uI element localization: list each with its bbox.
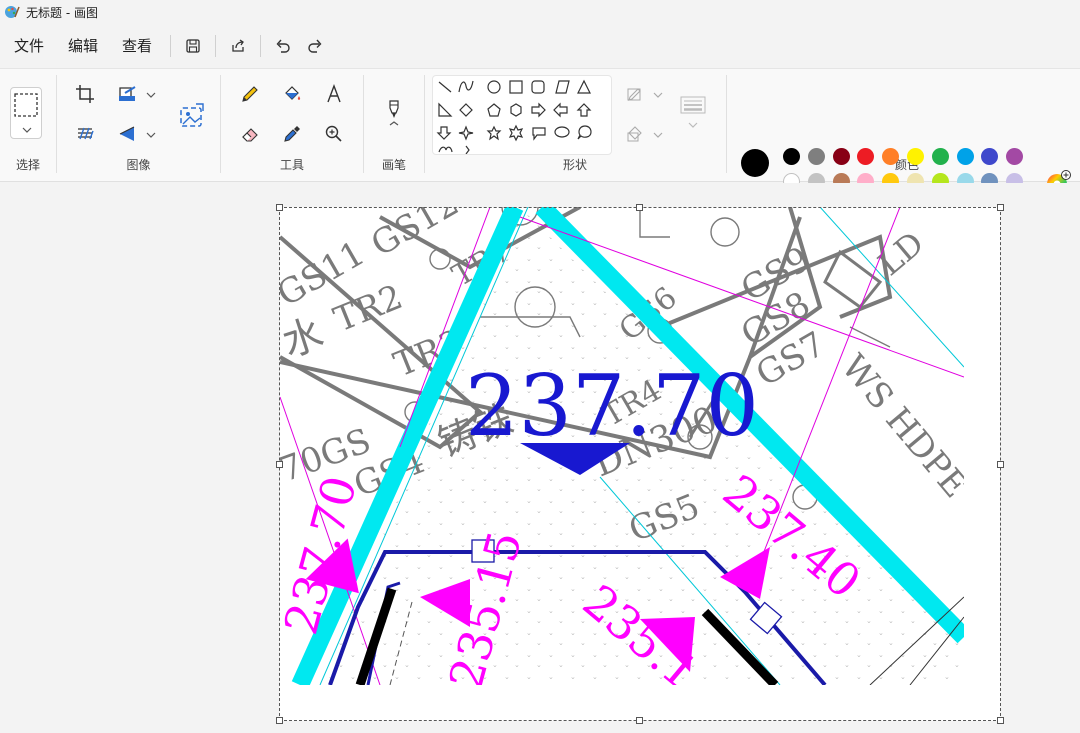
menu-separator [260, 35, 262, 57]
pencil-icon [242, 86, 258, 102]
resize-icon [119, 86, 136, 101]
rectangle-select-icon [14, 93, 38, 117]
ribbon: 选择 图像 工具 画笔 形状 颜色 [0, 68, 1080, 220]
select-group: 选择 [0, 69, 56, 181]
chevron-down-icon[interactable] [652, 129, 664, 141]
color-swatch[interactable] [807, 148, 825, 165]
fill-button[interactable] [277, 79, 307, 109]
color-swatch[interactable] [783, 148, 800, 165]
colors-group-label: 颜色 [894, 158, 919, 172]
line-width-icon [680, 96, 706, 128]
brushes-group: 画笔 [364, 69, 424, 181]
outline-icon [627, 88, 641, 101]
share-button[interactable] [222, 31, 254, 61]
window-title: 无标题 - 画图 [26, 5, 98, 20]
image-edit-icon [180, 103, 204, 127]
resize-handle-top[interactable] [636, 204, 643, 211]
chevron-down-icon[interactable] [652, 89, 664, 101]
color-swatch[interactable] [907, 148, 924, 165]
resize-handle-bottom[interactable] [636, 717, 643, 724]
shapes-gallery [432, 75, 612, 155]
outline-button[interactable] [624, 79, 646, 109]
crop-button[interactable] [70, 79, 100, 109]
undo-button[interactable] [267, 31, 299, 61]
shapes-group-label: 形状 [562, 158, 587, 172]
save-button[interactable] [177, 31, 209, 61]
select-button[interactable] [10, 87, 42, 139]
color-swatch[interactable] [956, 148, 974, 165]
select-group-label: 选择 [15, 158, 40, 172]
resize-handle-right[interactable] [997, 461, 1004, 468]
menu-bar: 文件 编辑 查看 [0, 28, 1080, 64]
brush-icon [389, 100, 399, 126]
color-picker-button[interactable] [277, 119, 307, 149]
tools-group: 工具 [221, 69, 363, 181]
redo-button[interactable] [299, 31, 331, 61]
menu-separator [215, 35, 217, 57]
eyedropper-icon [284, 126, 300, 142]
size-button[interactable] [676, 91, 710, 131]
menu-separator [170, 35, 172, 57]
fill-style-icon [627, 126, 642, 142]
resize-handle-left[interactable] [276, 461, 283, 468]
text-button[interactable] [319, 79, 349, 109]
resize-handle-top-right[interactable] [997, 204, 1004, 211]
chevron-down-icon[interactable] [145, 89, 157, 101]
rotate-button[interactable] [113, 119, 143, 149]
crop-icon [76, 85, 94, 103]
redo-icon [308, 39, 322, 53]
eraser-icon [242, 128, 258, 142]
primary-color-button[interactable] [741, 149, 769, 177]
image-group: 图像 [57, 69, 220, 181]
chevron-down-icon [22, 127, 32, 133]
eraser-button[interactable] [235, 119, 265, 149]
title-bar: 无标题 - 画图 [0, 0, 1080, 24]
color-swatch[interactable] [832, 148, 850, 165]
pencil-button[interactable] [235, 79, 265, 109]
shapes-icons [436, 79, 592, 154]
save-icon [186, 39, 200, 53]
brushes-group-label: 画笔 [381, 158, 406, 172]
share-icon [232, 39, 244, 52]
image-group-label: 图像 [126, 158, 151, 172]
menu-edit[interactable]: 编辑 [56, 31, 110, 61]
resize-handle-bottom-left[interactable] [276, 717, 283, 724]
skew-button[interactable] [70, 119, 100, 149]
resize-handle-top-left[interactable] [276, 204, 283, 211]
fill-style-button[interactable] [624, 119, 646, 149]
color-swatch[interactable] [931, 148, 949, 165]
colors-group: 颜色 [727, 69, 1080, 181]
paint-bucket-icon [285, 86, 301, 100]
tools-group-label: 工具 [279, 158, 304, 172]
selection-rectangle[interactable] [279, 207, 1001, 721]
menu-view[interactable]: 查看 [110, 31, 164, 61]
undo-icon [276, 39, 290, 53]
paint-app-icon [5, 6, 20, 18]
skew-icon [78, 127, 94, 140]
menu-file[interactable]: 文件 [2, 31, 56, 61]
magnifier-button[interactable] [319, 119, 349, 149]
text-icon [327, 84, 341, 103]
magnifier-icon [325, 125, 342, 142]
resize-button[interactable] [113, 79, 143, 109]
rotate-icon [119, 126, 135, 141]
image-edit-button[interactable] [175, 99, 209, 133]
brushes-button[interactable] [378, 87, 410, 139]
resize-handle-bottom-right[interactable] [997, 717, 1004, 724]
chevron-down-icon[interactable] [145, 129, 157, 141]
